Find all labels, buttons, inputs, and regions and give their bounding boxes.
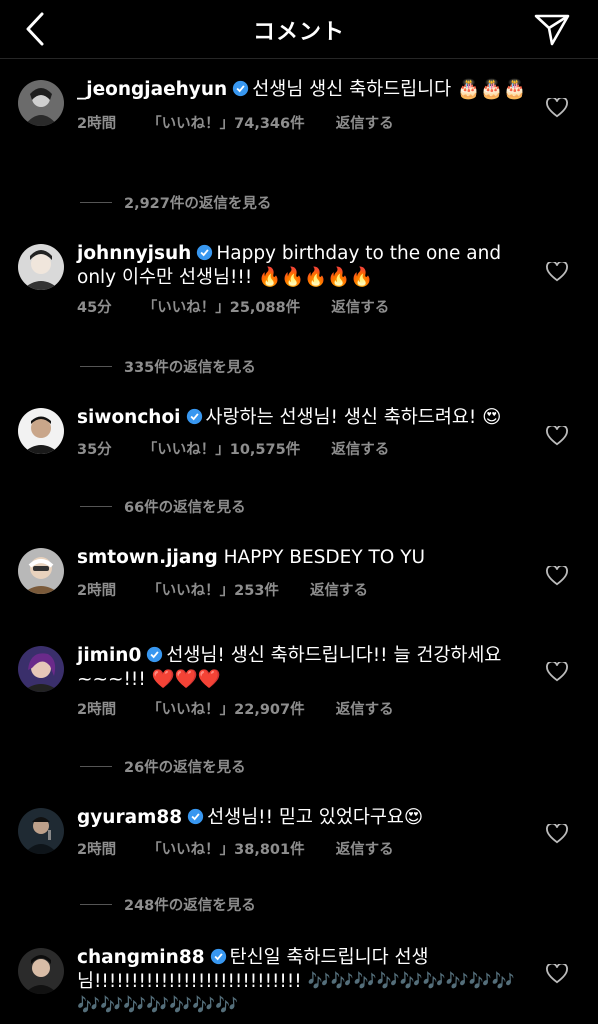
comment-text: johnnyjsuh Happy birthday to the one and … <box>77 242 538 290</box>
heart-outline-icon <box>546 660 568 682</box>
comment-time: 35分 <box>77 442 112 458</box>
view-replies-button[interactable]: 66件の返信を見る <box>80 496 246 517</box>
view-replies-label: 2,927件の返信を見る <box>124 196 272 212</box>
avatar[interactable] <box>18 408 64 454</box>
comment-text: siwonchoi 사랑하는 선생님! 생신 축하드려요! 😍 <box>77 406 538 430</box>
likes-count[interactable]: 「いいね！」253件 <box>147 583 279 599</box>
comment-text: gyuram88 선생님!! 믿고 있었다구요😍 <box>77 806 538 830</box>
share-button[interactable] <box>532 12 572 48</box>
comment-body: 선생님!! 믿고 있었다구요😍 <box>207 807 424 828</box>
like-button[interactable] <box>546 962 568 984</box>
heart-outline-icon <box>546 260 568 282</box>
reply-button[interactable]: 返信する <box>336 702 394 718</box>
like-button[interactable] <box>546 822 568 844</box>
avatar[interactable] <box>18 548 64 594</box>
heart-outline-icon <box>546 564 568 586</box>
reply-button[interactable]: 返信する <box>336 842 394 858</box>
comment-body: 사랑하는 선생님! 생신 축하드려요! 😍 <box>205 407 502 428</box>
avatar[interactable] <box>18 80 64 126</box>
verified-badge-icon <box>187 808 204 825</box>
like-button[interactable] <box>546 260 568 282</box>
verified-badge-icon <box>147 646 163 663</box>
view-replies-button[interactable]: 335件の返信を見る <box>80 356 256 377</box>
page-title: コメント <box>252 20 345 45</box>
heart-outline-icon <box>546 822 568 844</box>
reply-button[interactable]: 返信する <box>310 583 368 599</box>
comment-time: 2時間 <box>77 116 117 132</box>
likes-count[interactable]: 「いいね！」25,088件 <box>143 300 300 316</box>
reply-button[interactable]: 返信する <box>331 442 389 458</box>
verified-badge-icon <box>197 244 213 261</box>
comment-meta: 2時間 「いいね！」38,801件 返信する <box>77 838 538 859</box>
username[interactable]: smtown.jjang <box>77 547 218 568</box>
like-button[interactable] <box>546 660 568 682</box>
top-bar: コメント <box>0 0 598 59</box>
avatar[interactable] <box>18 808 64 854</box>
like-button[interactable] <box>546 424 568 446</box>
divider-line <box>80 506 112 507</box>
comment-time: 2時間 <box>77 702 117 718</box>
reply-button[interactable]: 返信する <box>336 116 394 132</box>
view-replies-button[interactable]: 248件の返信を見る <box>80 894 256 915</box>
username[interactable]: changmin88 <box>77 947 205 968</box>
view-replies-label: 26件の返信を見る <box>124 760 246 776</box>
comment-text: changmin88 탄신일 축하드립니다 선생님!!!!!!!!!!!!!!!!… <box>77 946 538 1018</box>
comment-meta: 2時間 「いいね！」253件 返信する <box>77 579 538 600</box>
likes-count[interactable]: 「いいね！」10,575件 <box>143 442 300 458</box>
username[interactable]: jimin0 <box>77 645 141 666</box>
view-replies-button[interactable]: 2,927件の返信を見る <box>80 192 271 213</box>
comment-text: _jeongjaehyun 선생님 생신 축하드립니다 🎂🎂🎂 <box>77 78 538 102</box>
comment-meta: 35分 「いいね！」10,575件 返信する <box>77 438 538 459</box>
likes-count[interactable]: 「いいね！」38,801件 <box>147 842 304 858</box>
likes-count[interactable]: 「いいね！」22,907件 <box>147 702 304 718</box>
comment-meta: 45分 「いいね！」25,088件 返信する <box>77 296 538 317</box>
verified-badge-icon <box>210 948 226 965</box>
comment-time: 2時間 <box>77 583 117 599</box>
view-replies-button[interactable]: 26件の返信を見る <box>80 756 246 777</box>
avatar[interactable] <box>18 244 64 290</box>
username[interactable]: gyuram88 <box>77 807 182 828</box>
avatar[interactable] <box>18 646 64 692</box>
likes-count[interactable]: 「いいね！」74,346件 <box>147 116 304 132</box>
verified-badge-icon <box>233 80 249 97</box>
view-replies-label: 66件の返信を見る <box>124 500 246 516</box>
username[interactable]: johnnyjsuh <box>77 243 191 264</box>
comment-body: 선생님 생신 축하드립니다 🎂🎂🎂 <box>252 79 527 100</box>
paper-plane-icon <box>534 14 570 46</box>
comment-text: smtown.jjang HAPPY BESDEY TO YU <box>77 546 538 570</box>
comment-meta: 2時間 「いいね！」22,907件 返信する <box>77 698 538 719</box>
comment-meta: 2時間 「いいね！」74,346件 返信する <box>77 112 538 133</box>
verified-badge-icon <box>186 408 202 425</box>
view-replies-label: 248件の返信を見る <box>124 898 256 914</box>
divider-line <box>80 766 112 767</box>
heart-outline-icon <box>546 962 568 984</box>
heart-outline-icon <box>546 424 568 446</box>
like-button[interactable] <box>546 564 568 586</box>
comment-text: jimin0 선생님! 생신 축하드립니다!! 늘 건강하세요 ~~~!!! ❤️… <box>77 644 538 692</box>
comment-time: 45分 <box>77 300 112 316</box>
comment-body: HAPPY BESDEY TO YU <box>223 547 426 568</box>
comment-time: 2時間 <box>77 842 117 858</box>
reply-button[interactable]: 返信する <box>331 300 389 316</box>
heart-outline-icon <box>546 96 568 118</box>
username[interactable]: _jeongjaehyun <box>77 79 227 100</box>
divider-line <box>80 904 112 905</box>
divider-line <box>80 366 112 367</box>
avatar[interactable] <box>18 948 64 994</box>
like-button[interactable] <box>546 96 568 118</box>
username[interactable]: siwonchoi <box>77 407 181 428</box>
view-replies-label: 335件の返信を見る <box>124 360 256 376</box>
divider-line <box>80 202 112 203</box>
